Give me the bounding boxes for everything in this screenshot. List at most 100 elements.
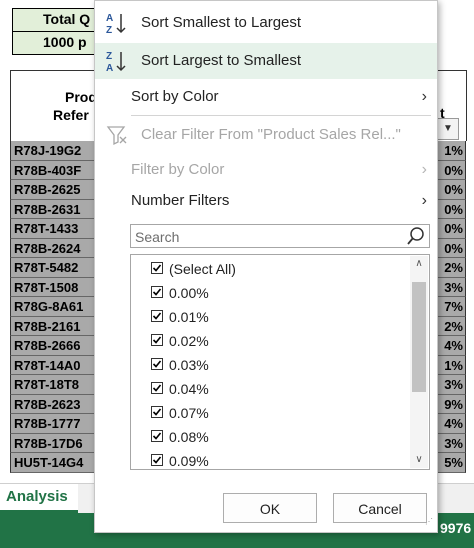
product-reference-header[interactable]: Prod Refer	[10, 70, 106, 141]
table-row[interactable]: R78B-17D6	[10, 433, 104, 453]
sort-by-color-label: Sort by Color	[131, 88, 219, 105]
resize-grip-icon[interactable]: ⋰	[425, 518, 433, 528]
scrollbar-thumb[interactable]	[412, 282, 426, 392]
status-sum-value: 9976	[440, 520, 472, 536]
ok-button[interactable]: OK	[223, 493, 317, 523]
svg-text:A: A	[106, 13, 113, 24]
checkbox-checked[interactable]	[151, 382, 163, 394]
clear-filter-icon	[105, 123, 129, 147]
list-item[interactable]: 0.04%	[151, 377, 401, 401]
table-cell[interactable]: 9%	[436, 394, 466, 414]
percent-column: 1% 0% 0% 0% 0% 0% 2% 3% 7% 2% 4% 1% 3% 9…	[436, 141, 466, 473]
table-row[interactable]: R78T-5482	[10, 258, 104, 278]
table-cell[interactable]: 7%	[436, 297, 466, 317]
table-cell[interactable]: 1%	[436, 355, 466, 375]
header-line1: Prod	[65, 89, 97, 105]
clear-filter-label: Clear Filter From "Product Sales Rel..."	[141, 126, 401, 143]
menu-divider	[131, 115, 431, 116]
list-item-label: 0.09%	[169, 453, 209, 469]
table-row[interactable]: R78B-2623	[10, 394, 104, 414]
table-row[interactable]: HU5T-14G4	[10, 453, 104, 473]
list-item[interactable]: 0.01%	[151, 305, 401, 329]
number-filters-label: Number Filters	[131, 192, 230, 209]
list-item-label: 0.01%	[169, 309, 209, 325]
table-row[interactable]: R78B-403F	[10, 160, 104, 180]
table-cell[interactable]: 2%	[436, 316, 466, 336]
checkbox-checked[interactable]	[151, 262, 163, 274]
list-item-label: 0.02%	[169, 333, 209, 349]
table-cell[interactable]: 3%	[436, 433, 466, 453]
total-label-cell[interactable]: Total Q	[12, 8, 106, 32]
sort-descending-icon: Z A	[105, 49, 129, 74]
table-cell[interactable]: 0%	[436, 180, 466, 200]
table-row[interactable]: R78B-2624	[10, 238, 104, 258]
filter-values-list: (Select All) 0.00% 0.01% 0.02% 0.03% 0.0…	[130, 254, 430, 470]
table-cell[interactable]: 4%	[436, 414, 466, 434]
table-row[interactable]: R78T-14A0	[10, 355, 104, 375]
list-item[interactable]: 0.09%	[151, 449, 401, 469]
checkbox-checked[interactable]	[151, 286, 163, 298]
sheet-tab-analysis[interactable]: Analysis	[0, 484, 78, 513]
clear-filter-item[interactable]: Clear Filter From "Product Sales Rel..."	[95, 117, 437, 153]
sort-ascending-item[interactable]: A Z Sort Smallest to Largest	[95, 5, 437, 41]
list-item-label: 0.08%	[169, 429, 209, 445]
list-item-select-all[interactable]: (Select All)	[151, 257, 401, 281]
list-item[interactable]: 0.02%	[151, 329, 401, 353]
table-row[interactable]: R78B-2666	[10, 336, 104, 356]
table-cell[interactable]: 5%	[436, 453, 466, 473]
list-item-label: 0.00%	[169, 285, 209, 301]
table-cell[interactable]: 2%	[436, 258, 466, 278]
checkbox-checked[interactable]	[151, 430, 163, 442]
search-input[interactable]	[133, 227, 397, 247]
svg-text:Z: Z	[106, 25, 112, 35]
sort-descending-label: Sort Largest to Smallest	[141, 52, 302, 69]
table-cell[interactable]: 1%	[436, 141, 466, 161]
cancel-button[interactable]: Cancel	[333, 493, 427, 523]
sort-ascending-icon: A Z	[105, 11, 129, 36]
search-box	[130, 224, 430, 248]
filter-dropdown-button[interactable]: ▼	[437, 118, 459, 140]
table-cell[interactable]: 0%	[436, 199, 466, 219]
total-label: Total Q	[43, 11, 91, 27]
list-scrollbar[interactable]: ∧ ∨	[410, 256, 428, 468]
total-value-cell[interactable]: 1000 p	[12, 31, 106, 55]
total-value: 1000 p	[43, 34, 87, 50]
list-item[interactable]: 0.03%	[151, 353, 401, 377]
table-row[interactable]: R78B-1777	[10, 414, 104, 434]
table-row[interactable]: R78T-18T8	[10, 375, 104, 395]
reference-column: R78J-19G2 R78B-403F R78B-2625 R78B-2631 …	[10, 141, 104, 473]
list-item[interactable]: 0.08%	[151, 425, 401, 449]
table-row[interactable]: R78T-1508	[10, 277, 104, 297]
table-row[interactable]: R78B-2161	[10, 316, 104, 336]
chevron-right-icon: ›	[421, 88, 427, 105]
table-row[interactable]: R78B-2631	[10, 199, 104, 219]
table-cell[interactable]: 4%	[436, 336, 466, 356]
list-item-label: (Select All)	[169, 261, 236, 277]
scroll-down-icon[interactable]: ∨	[410, 452, 428, 468]
sort-ascending-label: Sort Smallest to Largest	[141, 14, 302, 31]
list-item-label: 0.03%	[169, 357, 209, 373]
scroll-up-icon[interactable]: ∧	[410, 256, 428, 272]
table-row[interactable]: R78J-19G2	[10, 141, 104, 161]
table-row[interactable]: R78T-1433	[10, 219, 104, 239]
sort-by-color-item[interactable]: Sort by Color ›	[95, 79, 437, 115]
checkbox-checked[interactable]	[151, 310, 163, 322]
number-filters-item[interactable]: Number Filters ›	[95, 183, 437, 219]
checkbox-checked[interactable]	[151, 358, 163, 370]
table-cell[interactable]: 3%	[436, 375, 466, 395]
search-icon[interactable]	[406, 226, 426, 246]
checkbox-checked[interactable]	[151, 454, 163, 466]
table-cell[interactable]: 0%	[436, 160, 466, 180]
table-row[interactable]: R78G-8A61	[10, 297, 104, 317]
svg-text:A: A	[106, 63, 113, 73]
table-cell[interactable]: 3%	[436, 277, 466, 297]
sort-descending-item[interactable]: Z A Sort Largest to Smallest	[95, 43, 437, 79]
checkbox-checked[interactable]	[151, 406, 163, 418]
checkbox-checked[interactable]	[151, 334, 163, 346]
list-item[interactable]: 0.00%	[151, 281, 401, 305]
table-cell[interactable]: 0%	[436, 238, 466, 258]
list-item[interactable]: 0.07%	[151, 401, 401, 425]
table-cell[interactable]: 0%	[436, 219, 466, 239]
table-row[interactable]: R78B-2625	[10, 180, 104, 200]
list-item-label: 0.04%	[169, 381, 209, 397]
